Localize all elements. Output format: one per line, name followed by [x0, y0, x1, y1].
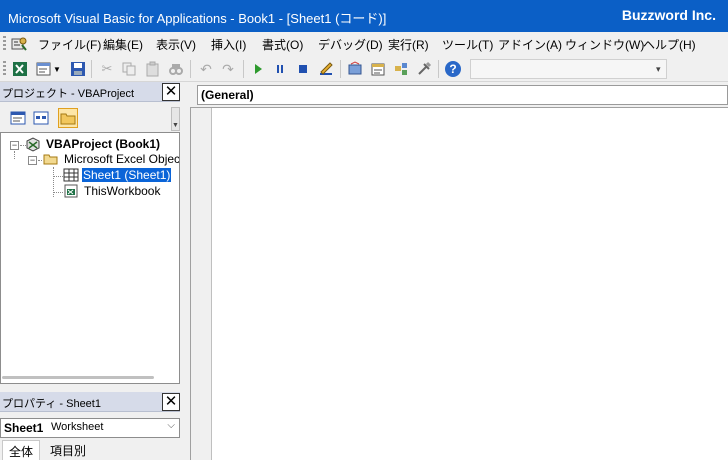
project-pane-header: プロジェクト - VBAProject ✕: [0, 82, 182, 102]
toolbar-separator: [340, 60, 341, 78]
menu-run[interactable]: 実行(R): [388, 36, 429, 53]
insert-dropdown-icon[interactable]: ▼: [52, 60, 62, 78]
object-selector[interactable]: Sheet1 Worksheet ⌵: [0, 418, 180, 438]
properties-icon[interactable]: [369, 60, 387, 78]
project-pane-title: プロジェクト - VBAProject: [2, 88, 135, 100]
reset-icon[interactable]: [294, 60, 312, 78]
menu-window[interactable]: ウィンドウ(W): [565, 36, 644, 53]
cursor-position-box: ▾: [470, 59, 667, 79]
project-tree-hscroll[interactable]: [2, 376, 154, 379]
tree-node-sheet1[interactable]: Sheet1 (Sheet1): [63, 168, 172, 182]
menu-tools[interactable]: ツール(T): [442, 36, 493, 53]
menu-edit[interactable]: 編集(E): [103, 36, 143, 53]
menu-grip[interactable]: [3, 36, 6, 52]
vba-project-icon: [26, 137, 40, 152]
tree-node-vbaproject[interactable]: VBAProject (Book1): [25, 136, 160, 152]
menu-debug[interactable]: デバッグ(D): [318, 36, 383, 53]
tree-node-excel-objects[interactable]: Microsoft Excel Objects: [43, 152, 179, 166]
collapse-root-icon[interactable]: −: [10, 141, 19, 150]
design-mode-icon[interactable]: [317, 60, 335, 78]
project-pane-scroll[interactable]: ▼: [171, 107, 180, 131]
run-icon[interactable]: [249, 60, 267, 78]
copy-icon[interactable]: [120, 60, 138, 78]
view-object-icon[interactable]: [31, 108, 51, 128]
svg-text:?: ?: [449, 62, 456, 76]
save-icon[interactable]: [69, 60, 87, 78]
view-code-icon[interactable]: [8, 108, 28, 128]
object-type: Worksheet: [51, 421, 104, 433]
properties-pane-title: プロパティ - Sheet1: [2, 398, 101, 410]
menu-addins[interactable]: アドイン(A): [498, 36, 562, 53]
chevron-down-icon[interactable]: ⌵: [167, 420, 175, 431]
menu-help[interactable]: ヘルプ(H): [643, 36, 696, 53]
window-title: Microsoft Visual Basic for Applications …: [8, 11, 387, 26]
break-icon[interactable]: [271, 60, 289, 78]
vba-app-icon[interactable]: [11, 36, 28, 52]
redo-icon[interactable]: ↷: [219, 60, 237, 78]
menu-view[interactable]: 表示(V): [156, 36, 196, 53]
help-icon[interactable]: ?: [444, 60, 462, 78]
folder-open-icon: [43, 154, 58, 165]
menu-bar: ファイル(F) 編集(E) 表示(V) 挿入(I) 書式(O) デバッグ(D) …: [0, 32, 728, 56]
standard-toolbar: ▼ ✂ ↶ ↷ ? ▾: [0, 56, 728, 82]
toggle-folders-icon[interactable]: [58, 108, 78, 128]
object-browser-icon[interactable]: [392, 60, 410, 78]
code-editor[interactable]: [190, 107, 728, 460]
properties-pane: プロパティ - Sheet1 ✕ Sheet1 Worksheet ⌵ 全体 項…: [0, 392, 182, 460]
cut-icon[interactable]: ✂: [98, 60, 116, 78]
chevron-down-icon[interactable]: ▾: [656, 62, 664, 76]
object-name: Sheet1: [4, 421, 44, 435]
properties-tabs: 全体 項目別: [0, 440, 182, 460]
collapse-folder-icon[interactable]: −: [28, 156, 37, 165]
toolbar-separator: [190, 60, 191, 78]
properties-pane-header: プロパティ - Sheet1 ✕: [0, 392, 182, 412]
title-bar: Microsoft Visual Basic for Applications …: [0, 0, 728, 32]
find-icon[interactable]: [167, 60, 185, 78]
code-window: (General): [186, 82, 728, 460]
toolbar-separator: [438, 60, 439, 78]
object-combo-value: (General): [201, 88, 254, 102]
toolbar-separator: [91, 60, 92, 78]
brand-label: Buzzword Inc.: [621, 7, 716, 23]
undo-icon[interactable]: ↶: [197, 60, 215, 78]
worksheet-icon: [63, 168, 79, 182]
paste-icon[interactable]: [144, 60, 162, 78]
object-combo[interactable]: (General): [197, 85, 728, 105]
menu-insert[interactable]: 挿入(I): [211, 36, 246, 53]
workbook-icon: [64, 184, 78, 198]
project-tree: − VBAProject (Book1) − Microsoft Excel O…: [0, 132, 180, 384]
code-margin[interactable]: [191, 108, 212, 460]
project-explorer-icon[interactable]: [346, 60, 364, 78]
insert-module-icon[interactable]: [35, 60, 53, 78]
toolbar-grip[interactable]: [3, 61, 6, 77]
toolbar-separator: [243, 60, 244, 78]
project-pane-toolbar: [0, 104, 182, 132]
tree-node-thisworkbook[interactable]: ThisWorkbook: [63, 184, 160, 198]
tab-alphabetic[interactable]: 全体: [2, 440, 41, 460]
excel-view-icon[interactable]: [11, 60, 29, 78]
project-pane-close-button[interactable]: ✕: [162, 83, 180, 101]
menu-file[interactable]: ファイル(F): [38, 36, 101, 53]
tab-categorized[interactable]: 項目別: [44, 440, 92, 460]
toolbox-icon[interactable]: [415, 60, 433, 78]
menu-format[interactable]: 書式(O): [262, 36, 303, 53]
properties-pane-close-button[interactable]: ✕: [162, 393, 180, 411]
